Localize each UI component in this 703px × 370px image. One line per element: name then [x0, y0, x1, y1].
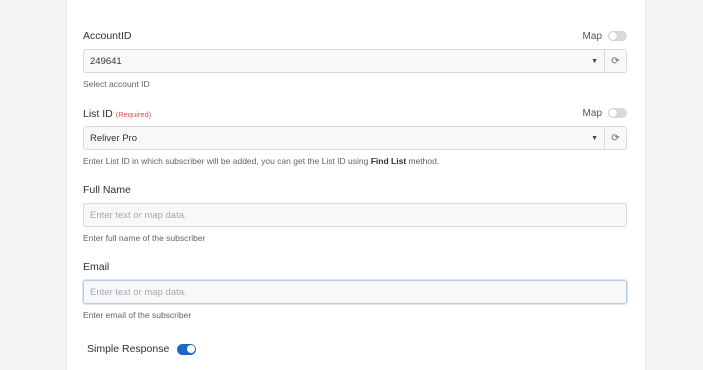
- caret-down-icon: ▼: [591, 57, 598, 65]
- account-map-toggle[interactable]: [608, 31, 627, 41]
- full-name-label: Full Name: [83, 184, 131, 196]
- caret-down-icon: ▼: [591, 134, 598, 142]
- list-id-label-group: List ID (Required): [83, 104, 151, 122]
- simple-response-toggle[interactable]: [177, 343, 197, 355]
- email-help: Enter email of the subscriber: [83, 310, 192, 320]
- account-id-label: AccountID: [83, 30, 132, 42]
- account-id-field: AccountID Map 249641 ▼ ⟳ Select account …: [83, 28, 627, 89]
- full-name-help: Enter full name of the subscriber: [83, 233, 206, 243]
- list-id-help: Enter List ID in which subscriber will b…: [83, 156, 627, 166]
- list-id-select[interactable]: Reliver Pro ▼: [83, 126, 605, 150]
- list-help-suffix: method.: [406, 156, 440, 166]
- full-name-input[interactable]: [83, 203, 627, 227]
- list-map-label: Map: [582, 107, 602, 119]
- account-id-select[interactable]: 249641 ▼: [83, 49, 605, 73]
- list-map-control: Map: [583, 108, 627, 119]
- account-map-control: Map: [583, 31, 627, 42]
- account-id-help: Select account ID: [83, 79, 150, 89]
- full-name-field: Full Name Enter full name of the subscri…: [83, 182, 627, 243]
- list-refresh-button[interactable]: ⟳: [605, 126, 627, 150]
- list-map-toggle[interactable]: [608, 108, 627, 118]
- refresh-icon: ⟳: [611, 55, 620, 67]
- list-id-value: Reliver Pro: [90, 132, 137, 144]
- email-field: Email Enter email of the subscriber: [83, 259, 627, 320]
- email-label: Email: [83, 261, 110, 273]
- account-refresh-button[interactable]: ⟳: [605, 49, 627, 73]
- list-id-label: List ID: [83, 108, 113, 120]
- email-input[interactable]: [83, 280, 627, 304]
- account-id-value: 249641: [90, 55, 122, 67]
- find-list-method: Find List: [370, 156, 407, 166]
- account-map-label: Map: [582, 30, 602, 42]
- list-id-field: List ID (Required) Map Reliver Pro ▼ ⟳ En…: [83, 105, 627, 166]
- required-marker: (Required): [115, 110, 152, 119]
- form-panel: AccountID Map 249641 ▼ ⟳ Select account …: [66, 0, 646, 370]
- refresh-icon: ⟳: [611, 132, 620, 144]
- list-help-text: Enter List ID in which subscriber will b…: [83, 156, 371, 166]
- simple-response-row: Simple Response: [87, 343, 197, 355]
- simple-response-label: Simple Response: [87, 343, 170, 355]
